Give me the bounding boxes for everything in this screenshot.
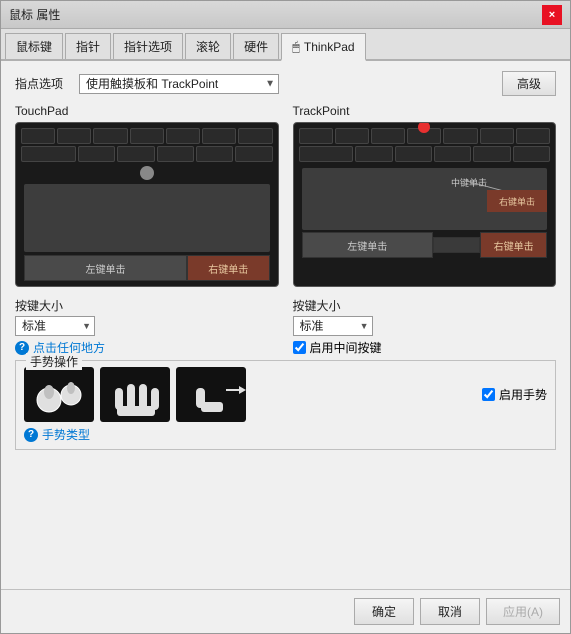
middle-button-checkbox[interactable] xyxy=(293,341,306,354)
trk-key xyxy=(299,146,354,162)
trackpoint-right-indicator: 右键单击 xyxy=(499,195,535,208)
trackpoint-size-select-wrap: 小 标准 大 xyxy=(293,316,373,336)
trackpoint-middle-btn[interactable] xyxy=(433,237,480,253)
touchpad-left-btn[interactable]: 左键单击 xyxy=(24,255,187,281)
touchpad-size-row: 按键大小 xyxy=(15,297,279,314)
tp-key xyxy=(57,128,91,144)
window-title: 鼠标 属性 xyxy=(9,6,60,23)
tp-key xyxy=(21,146,76,162)
trackpoint-left-btn[interactable]: 左键单击 xyxy=(302,232,433,258)
advanced-button[interactable]: 高级 xyxy=(502,71,556,96)
trk-key xyxy=(371,128,405,144)
trk-key xyxy=(407,128,441,144)
gesture-section-label: 手势操作 xyxy=(26,353,82,370)
diagrams-row: TouchPad xyxy=(15,104,556,287)
middle-button-label[interactable]: 启用中间按键 xyxy=(310,339,382,356)
trk-key xyxy=(513,146,550,162)
main-content: 指点选项 使用触摸板和 TrackPoint 仅使用触摸板 仅使用 TrackP… xyxy=(1,61,570,589)
device-select[interactable]: 使用触摸板和 TrackPoint 仅使用触摸板 仅使用 TrackPoint xyxy=(79,74,279,94)
thinkpad-tab-icon: 🖱 xyxy=(292,39,300,55)
trk-key xyxy=(335,128,369,144)
apply-button[interactable]: 应用(A) xyxy=(486,598,560,625)
touchpad-diagram: 左键单击 右键单击 xyxy=(15,122,279,287)
trk-key xyxy=(395,146,432,162)
tp-key xyxy=(117,146,154,162)
trk-key xyxy=(299,128,333,144)
touchpad-title: TouchPad xyxy=(15,104,279,118)
help-icon-gesture: ? xyxy=(24,428,38,442)
middle-button-checkbox-row: 启用中间按键 xyxy=(293,339,557,356)
gesture-enable-label[interactable]: 启用手势 xyxy=(499,386,547,403)
tab-pointer-options[interactable]: 指针选项 xyxy=(113,33,183,59)
trk-key xyxy=(443,128,477,144)
tp-key xyxy=(78,146,115,162)
trackpoint-size-col: 按键大小 小 标准 大 启用中间按键 xyxy=(293,293,557,356)
touchpad-size-select[interactable]: 小 标准 大 xyxy=(15,316,95,336)
gesture-thumb-3 xyxy=(176,367,246,422)
tab-pointer-options-label: 指针选项 xyxy=(124,38,172,55)
tp-key xyxy=(130,128,164,144)
tp-key xyxy=(157,146,194,162)
gesture-thumb-1 xyxy=(24,367,94,422)
tab-pointer-label: 指针 xyxy=(76,38,100,55)
gesture-enable-checkbox[interactable] xyxy=(482,388,495,401)
trk-key xyxy=(480,128,514,144)
tp-key xyxy=(235,146,272,162)
trackpoint-right-btn[interactable]: 右键单击 xyxy=(480,232,547,258)
cancel-button[interactable]: 取消 xyxy=(420,598,480,625)
touchpad-panel: TouchPad xyxy=(15,104,279,287)
button-sizes-row: 按键大小 小 标准 大 ? 点击任何地方 xyxy=(15,293,556,356)
tab-mouse-buttons[interactable]: 鼠标键 xyxy=(5,33,63,59)
touchpad-right-btn[interactable]: 右键单击 xyxy=(187,255,270,281)
tp-key xyxy=(166,128,200,144)
middle-label: 中键单击 xyxy=(451,176,487,189)
tab-pointer[interactable]: 指针 xyxy=(65,33,111,59)
trk-key xyxy=(516,128,550,144)
tp-key xyxy=(238,128,272,144)
device-select-wrapper: 使用触摸板和 TrackPoint 仅使用触摸板 仅使用 TrackPoint … xyxy=(79,74,279,94)
tab-mouse-buttons-label: 鼠标键 xyxy=(16,38,52,55)
trackpoint-diagram: 中键单击 右键单击 左键单击 右键单击 xyxy=(293,122,557,287)
trackpoint-size-select[interactable]: 小 标准 大 xyxy=(293,316,373,336)
trackpoint-size-row: 按键大小 xyxy=(293,297,557,314)
pointer-options-label: 指点选项 xyxy=(15,75,63,92)
tp-key xyxy=(196,146,233,162)
trk-key xyxy=(473,146,510,162)
trackpoint-size-label: 按键大小 xyxy=(293,297,341,314)
tab-scroll-label: 滚轮 xyxy=(196,38,220,55)
tab-hardware[interactable]: 硬件 xyxy=(233,33,279,59)
trk-key xyxy=(434,146,471,162)
tab-hardware-label: 硬件 xyxy=(244,38,268,55)
tp-key xyxy=(202,128,236,144)
pointer-options-row: 指点选项 使用触摸板和 TrackPoint 仅使用触摸板 仅使用 TrackP… xyxy=(15,71,556,96)
gesture-help-link[interactable]: ? 手势类型 xyxy=(24,426,547,443)
ok-button[interactable]: 确定 xyxy=(354,598,414,625)
touchpad-size-label: 按键大小 xyxy=(15,297,63,314)
window: 鼠标 属性 × 鼠标键 指针 指针选项 滚轮 硬件 🖱 ThinkPad 指点选… xyxy=(0,0,571,634)
tab-scroll[interactable]: 滚轮 xyxy=(185,33,231,59)
touchpad-size-select-wrap: 小 标准 大 xyxy=(15,316,95,336)
close-button[interactable]: × xyxy=(542,5,562,25)
tab-bar: 鼠标键 指针 指针选项 滚轮 硬件 🖱 ThinkPad xyxy=(1,29,570,61)
touchpad-size-col: 按键大小 小 标准 大 ? 点击任何地方 xyxy=(15,293,279,356)
gesture-enable-row: 启用手势 xyxy=(482,386,547,403)
tab-thinkpad[interactable]: 🖱 ThinkPad xyxy=(281,33,366,61)
gesture-section: 手势操作 xyxy=(15,360,556,450)
tab-thinkpad-label: ThinkPad xyxy=(304,40,355,54)
bottom-bar: 确定 取消 应用(A) xyxy=(1,589,570,633)
gesture-thumb-2 xyxy=(100,367,170,422)
trackpoint-title: TrackPoint xyxy=(293,104,557,118)
tp-key xyxy=(21,128,55,144)
trk-key xyxy=(355,146,392,162)
title-bar: 鼠标 属性 × xyxy=(1,1,570,29)
trackpoint-panel: TrackPoint xyxy=(293,104,557,287)
tp-key xyxy=(93,128,127,144)
